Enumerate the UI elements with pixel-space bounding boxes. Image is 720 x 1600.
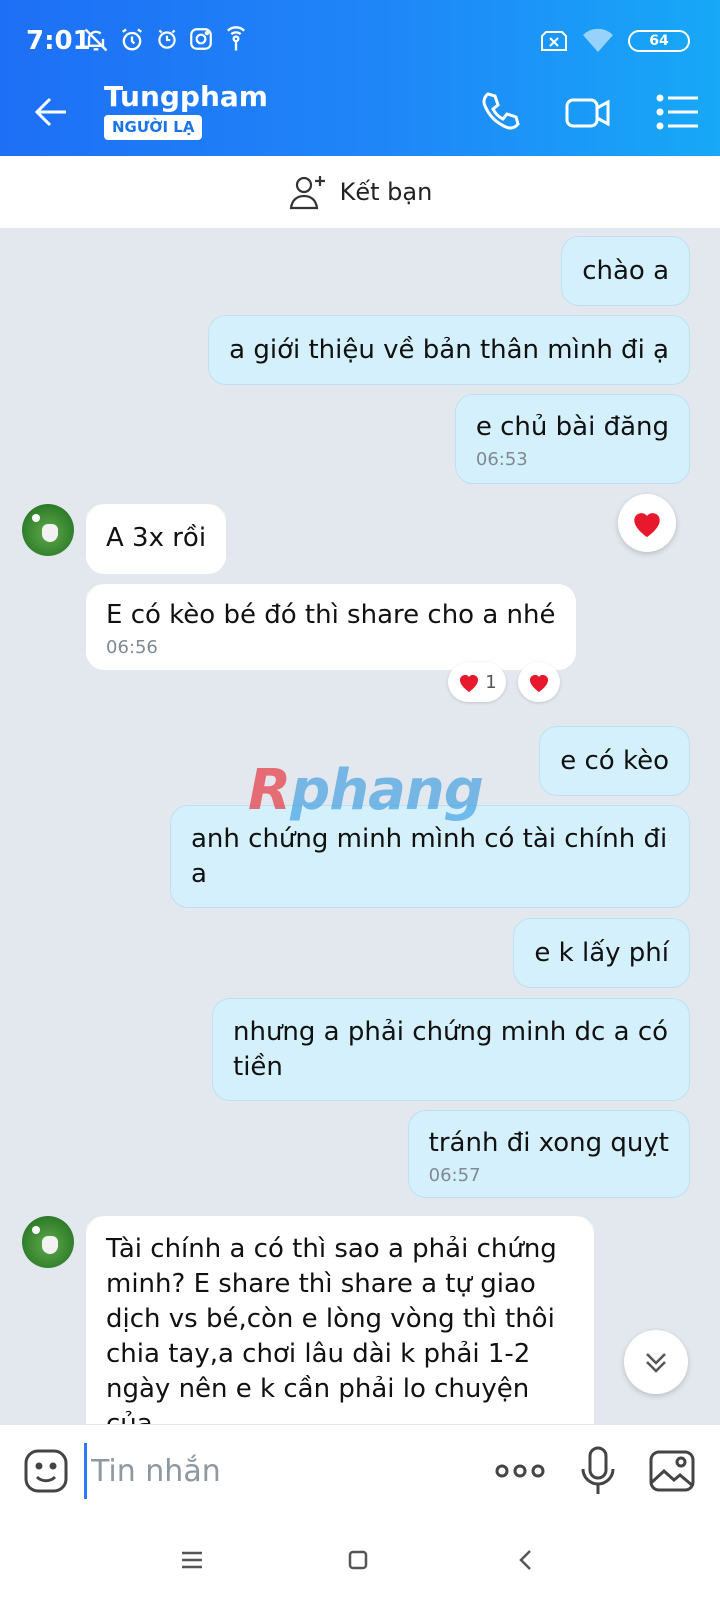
heart-reaction[interactable] (618, 494, 676, 552)
avatar[interactable] (22, 504, 74, 556)
message-time: 06:53 (475, 449, 528, 470)
message-text: nhưng a phải chứng minh dc a có tiền (233, 1017, 669, 1082)
status-time: 7:01 (26, 26, 91, 56)
heart-icon (460, 675, 479, 692)
message-bubble-out[interactable]: e chủ bài đăng 06:53 (454, 394, 690, 484)
watermark-logo: Rphang (248, 758, 484, 823)
stranger-badge: NGƯỜI LẠ (104, 115, 203, 140)
message-bubble-out[interactable]: e có kèo (539, 726, 690, 796)
message-bubble-out[interactable]: chào a (561, 236, 690, 306)
system-nav-bar (0, 1520, 720, 1600)
status-bar: 7:01 64 (0, 0, 720, 68)
add-friend-label: Kết bạn (339, 178, 433, 206)
microphone-icon[interactable] (578, 1445, 618, 1497)
sim-off-icon (541, 31, 567, 51)
message-text: Tài chính a có thì sao a phải chứng minh… (106, 1234, 557, 1424)
message-input[interactable] (84, 1443, 464, 1499)
battery-icon: 64 (628, 30, 690, 52)
chat-header: Tungpham NGƯỜI LẠ (0, 68, 720, 156)
sticker-smile-icon[interactable] (22, 1447, 70, 1495)
back-arrow-icon[interactable] (30, 90, 74, 134)
message-list[interactable]: chào a a giới thiệu về bản thân mình đi … (0, 228, 720, 1424)
image-gallery-icon[interactable] (648, 1447, 696, 1495)
message-text: a giới thiệu về bản thân mình đi ạ (229, 335, 669, 365)
message-text: E có kèo bé đó thì share cho a nhé (106, 600, 556, 630)
heart-icon (634, 513, 660, 538)
battery-level: 64 (649, 33, 669, 49)
message-bubble-out[interactable]: nhưng a phải chứng minh dc a có tiền (212, 998, 690, 1101)
menu-list-icon[interactable] (654, 88, 702, 136)
add-friend-icon (289, 176, 325, 210)
composer-bar (0, 1424, 720, 1520)
instagram-icon (190, 28, 212, 50)
scroll-to-bottom-button[interactable] (624, 1330, 688, 1394)
phone-icon[interactable] (476, 88, 524, 136)
heart-icon (530, 675, 548, 692)
message-time: 06:57 (428, 1165, 481, 1186)
react-button[interactable] (518, 662, 560, 702)
alarm-icon (122, 28, 142, 51)
message-bubble-in[interactable]: Tài chính a có thì sao a phải chứng minh… (86, 1216, 594, 1424)
message-time: 06:56 (106, 637, 158, 658)
top-bar: 7:01 64 Tungpham NGƯỜI LẠ (0, 0, 720, 156)
reaction-count-pill[interactable]: 1 (448, 662, 506, 702)
mute-bell-icon (84, 28, 108, 52)
reaction-count: 1 (485, 671, 497, 693)
wifi-icon (583, 28, 613, 52)
message-bubble-in[interactable]: A 3x rồi (86, 504, 227, 574)
clock-icon (158, 29, 176, 49)
double-chevron-down-icon (646, 1353, 666, 1373)
message-text: A 3x rồi (106, 523, 207, 553)
message-text: anh chứng minh mình có tài chính đi a (191, 824, 668, 889)
message-text: e có kèo (560, 746, 669, 776)
back-nav-icon[interactable] (510, 1544, 542, 1576)
message-bubble-out[interactable]: e k lấy phí (513, 918, 690, 988)
message-bubble-out[interactable]: tránh đi xong quỵt 06:57 (407, 1110, 690, 1198)
avatar[interactable] (22, 1216, 74, 1268)
add-friend-bar[interactable]: Kết bạn (0, 156, 720, 228)
more-dots-icon[interactable] (492, 1449, 548, 1493)
recent-apps-icon[interactable] (176, 1544, 208, 1576)
message-bubble-out[interactable]: a giới thiệu về bản thân mình đi ạ (208, 315, 690, 385)
message-bubble-in[interactable]: E có kèo bé đó thì share cho a nhé 06:56 (86, 584, 576, 670)
message-text: chào a (582, 256, 669, 286)
video-camera-icon[interactable] (564, 88, 612, 136)
message-text: tránh đi xong quỵt (428, 1128, 669, 1158)
hotspot-icon (227, 26, 245, 51)
message-text: e k lấy phí (534, 938, 669, 968)
contact-name[interactable]: Tungpham (104, 80, 268, 113)
home-icon[interactable] (342, 1544, 374, 1576)
message-text: e chủ bài đăng (475, 412, 669, 442)
